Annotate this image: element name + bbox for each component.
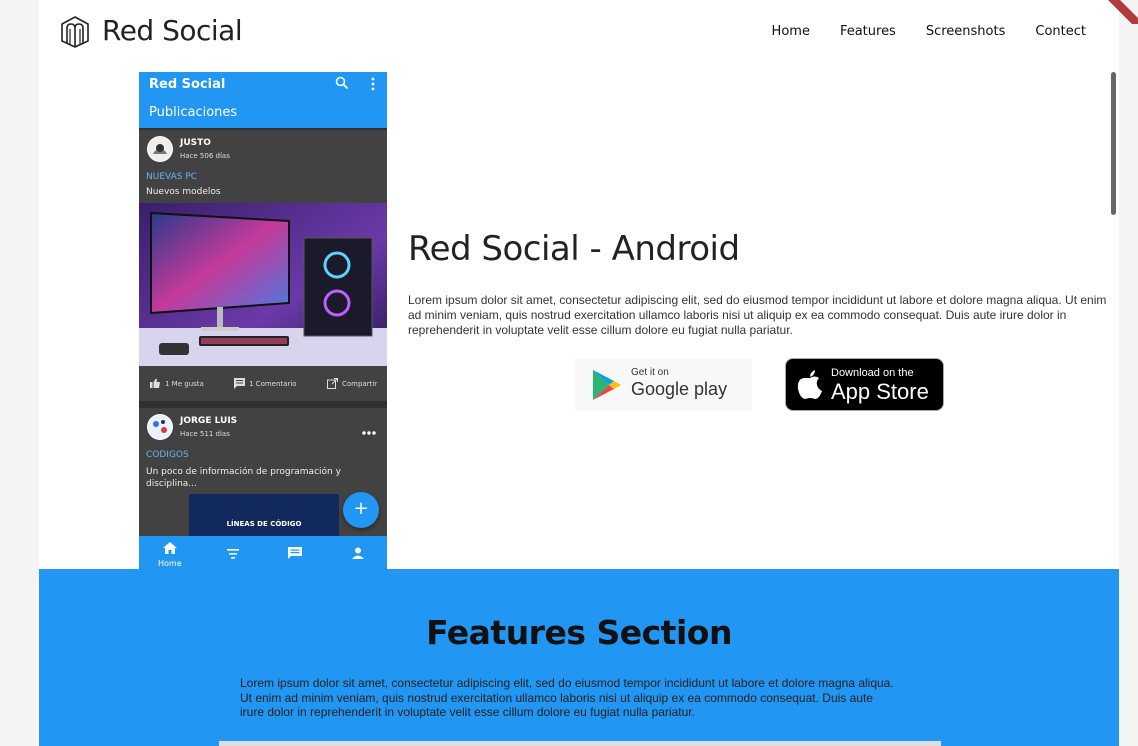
nav-link-screenshots[interactable]: Screenshots <box>926 24 1006 39</box>
post-time: Hace 506 días <box>180 152 230 160</box>
app-store-button[interactable]: Download on the App Store <box>785 358 944 411</box>
nav-link-features[interactable]: Features <box>840 24 896 39</box>
google-play-small-label: Get it on <box>631 367 669 378</box>
post-title: NUEVAS PC <box>146 172 198 182</box>
scrollbar[interactable] <box>1111 72 1116 215</box>
phone-screenshot: Red Social Publicaciones JUSTO Hace 506 … <box>139 72 387 569</box>
post-image <box>139 203 387 366</box>
post-actions: 1 Me gusta 1 Comentario Compartir <box>139 378 387 392</box>
share-label[interactable]: Compartir <box>342 380 377 388</box>
like-count[interactable]: 1 Me gusta <box>165 380 204 388</box>
apple-icon <box>797 370 822 399</box>
post-desc: Nuevos modelos <box>146 187 221 197</box>
features-panel <box>219 741 941 746</box>
post-time: Hace 511 días <box>180 430 230 438</box>
post-title: CODIGOS <box>146 450 189 460</box>
search-icon <box>335 76 349 90</box>
nav-link-contact[interactable]: Contect <box>1035 24 1086 39</box>
hero-title: Red Social - Android <box>408 229 740 269</box>
navbar: Red Social Home Features Screenshots Con… <box>39 0 1119 72</box>
app-bar: Red Social Publicaciones <box>139 72 387 128</box>
chat-icon[interactable] <box>288 547 302 559</box>
bottom-nav: Home <box>139 536 387 569</box>
nav-link-home[interactable]: Home <box>772 24 810 39</box>
home-icon[interactable] <box>163 542 177 554</box>
post-card: JUSTO Hace 506 días NUEVAS PC Nuevos mod… <box>139 130 387 401</box>
nav-links: Home Features Screenshots Contect <box>772 24 1086 39</box>
comment-icon[interactable] <box>234 378 245 389</box>
google-play-button[interactable]: Get it on Google play <box>575 358 752 411</box>
more-horiz-icon[interactable] <box>361 430 377 436</box>
logo-icon <box>61 16 89 48</box>
hero-description: Lorem ipsum dolor sit amet, consectetur … <box>408 293 1107 337</box>
comment-count[interactable]: 1 Comentario <box>249 380 297 388</box>
app-store-small-label: Download on the <box>831 367 914 379</box>
post-desc: Un poco de información de programación y… <box>146 467 341 489</box>
app-store-big-label: App Store <box>831 379 929 404</box>
app-title: Red Social <box>149 77 226 92</box>
bottom-nav-home-label: Home <box>158 559 182 568</box>
person-icon[interactable] <box>351 547 365 559</box>
post-author: JUSTO <box>180 138 211 148</box>
post-image-caption: LÍNEAS DE CÓDIGO <box>226 520 302 528</box>
avatar <box>147 414 173 440</box>
features-description: Lorem ipsum dolor sit amet, consectetur … <box>240 676 894 719</box>
page: Red Social Home Features Screenshots Con… <box>39 0 1119 746</box>
debug-banner <box>1108 0 1138 24</box>
add-post-button[interactable]: + <box>343 492 379 528</box>
google-play-big-label: Google play <box>631 379 728 399</box>
thumb-up-icon[interactable] <box>150 378 161 389</box>
share-icon[interactable] <box>327 378 338 389</box>
features-section: Features Section Lorem ipsum dolor sit a… <box>39 569 1119 746</box>
filter-icon[interactable] <box>226 548 240 560</box>
section-title: Publicaciones <box>149 105 238 120</box>
avatar <box>147 136 173 162</box>
google-play-icon <box>593 370 621 400</box>
more-vert-icon <box>371 77 375 91</box>
brand-name[interactable]: Red Social <box>102 14 243 47</box>
features-title: Features Section <box>426 613 732 652</box>
post-image: LÍNEAS DE CÓDIGO <box>189 494 339 536</box>
post-author: JORGE LUIS <box>180 416 238 426</box>
